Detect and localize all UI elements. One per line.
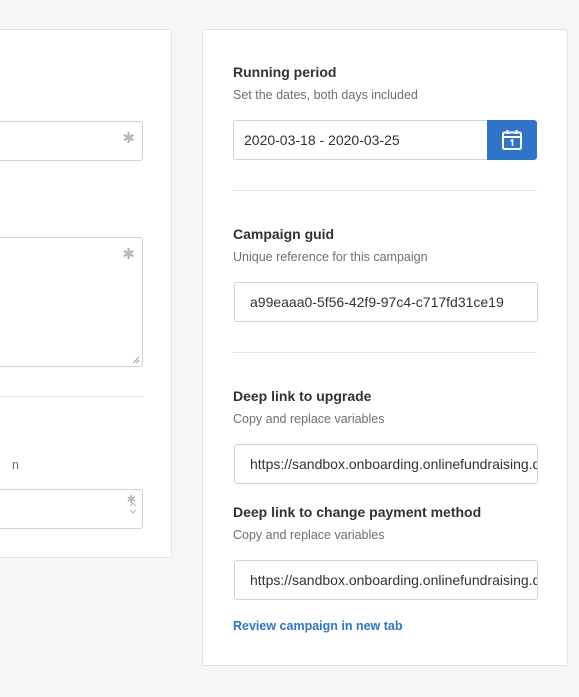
stepper-arrows-icon[interactable] bbox=[129, 502, 137, 514]
calendar-button[interactable] bbox=[487, 120, 537, 160]
left-required-input[interactable]: ✱ bbox=[0, 121, 143, 161]
deep-link-upgrade-help: Copy and replace variables bbox=[233, 412, 385, 426]
left-required-textarea[interactable]: ✱ bbox=[0, 237, 143, 367]
deep-link-payment-input[interactable] bbox=[234, 560, 538, 600]
required-asterisk-icon: ✱ bbox=[122, 130, 135, 147]
campaign-guid-label: Campaign guid bbox=[233, 226, 335, 242]
campaign-guid-help: Unique reference for this campaign bbox=[233, 250, 428, 264]
review-campaign-link[interactable]: Review campaign in new tab bbox=[233, 619, 403, 633]
deep-link-payment-label: Deep link to change payment method bbox=[233, 504, 482, 520]
running-period-label: Running period bbox=[233, 64, 337, 80]
calendar-icon bbox=[502, 130, 522, 150]
left-number-input[interactable]: ✱ bbox=[0, 489, 143, 529]
deep-link-upgrade-label: Deep link to upgrade bbox=[233, 388, 372, 404]
running-period-help: Set the dates, both days included bbox=[233, 88, 418, 102]
left-form-card: ✱ ✱ n ✱ bbox=[0, 29, 172, 558]
section-divider bbox=[233, 190, 537, 191]
left-partial-help-text: n bbox=[12, 458, 19, 472]
required-asterisk-icon: ✱ bbox=[122, 246, 135, 263]
resize-handle-icon[interactable] bbox=[132, 356, 140, 364]
deep-link-upgrade-input[interactable] bbox=[234, 444, 538, 484]
section-divider bbox=[233, 352, 537, 353]
deep-link-payment-help: Copy and replace variables bbox=[233, 528, 385, 542]
left-divider bbox=[0, 396, 143, 397]
running-period-date-input[interactable] bbox=[233, 120, 488, 160]
campaign-guid-input[interactable] bbox=[234, 282, 538, 322]
